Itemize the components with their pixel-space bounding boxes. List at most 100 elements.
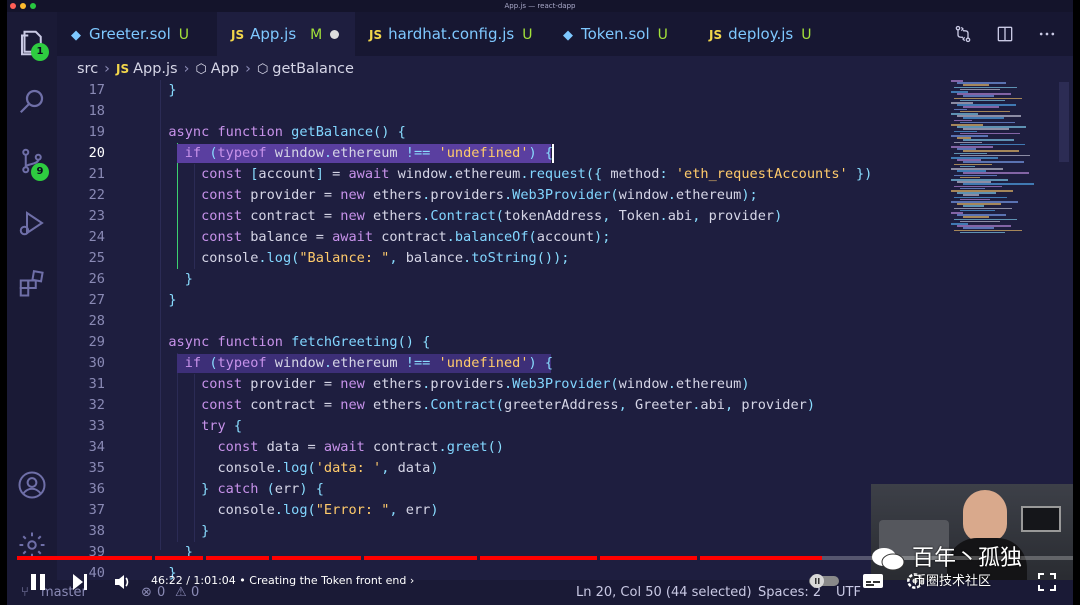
window-title: App.js — react-dapp [504, 2, 576, 10]
autoplay-toggle[interactable] [808, 572, 840, 594]
run-debug-icon[interactable] [17, 208, 47, 238]
subtitles-icon[interactable] [862, 572, 884, 594]
presenter-face [963, 490, 1007, 542]
code-text: const contract = new ethers.Contract(gre… [201, 397, 816, 413]
code-text: console.log("Error: ", err) [217, 502, 439, 518]
line-number: 34 [88, 439, 105, 455]
text-cursor [552, 144, 554, 163]
tab-greeter-sol[interactable]: ◆ Greeter.sol U [57, 12, 217, 56]
code-line[interactable]: 17 } [57, 80, 1073, 101]
tab-hardhat-config[interactable]: JS hardhat.config.js U [355, 12, 549, 56]
code-line[interactable]: 35 console.log('data: ', data) [57, 458, 1073, 479]
line-number: 21 [88, 166, 105, 182]
editor-tab-bar: ◆ Greeter.sol U JS App.js M JS hardhat.config… [57, 12, 1073, 56]
code-line[interactable]: 23 const contract = new ethers.Contract(… [57, 206, 1073, 227]
line-number: 32 [88, 397, 105, 413]
close-window-button[interactable] [10, 3, 16, 9]
code-text: } catch (err) { [201, 481, 324, 497]
code-text: const [account] = await window.ethereum.… [201, 166, 873, 182]
line-number: 26 [88, 271, 105, 287]
account-icon[interactable] [17, 470, 47, 500]
minimap-line [960, 231, 1005, 234]
tab-deploy-js[interactable]: JS deploy.js U [695, 12, 837, 56]
unsaved-dot-icon[interactable] [330, 30, 340, 39]
code-line[interactable]: 24 const balance = await contract.balanc… [57, 227, 1073, 248]
pause-icon[interactable] [29, 572, 47, 596]
extensions-icon[interactable] [17, 268, 47, 298]
line-number: 35 [88, 460, 105, 476]
code-line[interactable]: 21 const [account] = await window.ethere… [57, 164, 1073, 185]
line-number: 27 [88, 292, 105, 308]
code-line[interactable]: 22 const provider = new ethers.providers… [57, 185, 1073, 206]
line-number: 31 [88, 376, 105, 392]
explorer-badge: 1 [31, 43, 49, 61]
editor-scrollbar[interactable] [1059, 82, 1069, 162]
breadcrumb-folder[interactable]: src [77, 61, 98, 77]
line-number: 19 [88, 124, 105, 140]
code-line[interactable]: 30 if (typeof window.ethereum !== 'undef… [57, 353, 1073, 374]
code-line[interactable]: 20 if (typeof window.ethereum !== 'undef… [57, 143, 1073, 164]
video-timestamp: 46:22 / 1:01:04 • Creating the Token fro… [151, 574, 415, 587]
line-number: 30 [88, 355, 105, 371]
line-number: 38 [88, 523, 105, 539]
javascript-file-icon: JS [231, 28, 245, 42]
code-line[interactable]: 27 } [57, 290, 1073, 311]
line-number: 25 [88, 250, 105, 266]
search-icon[interactable] [17, 86, 47, 116]
javascript-file-icon: JS [369, 28, 383, 42]
video-progress-fill [17, 556, 822, 560]
line-number: 18 [88, 103, 105, 119]
wechat-watermark: 百年丶孤独 [871, 540, 1022, 572]
volume-icon[interactable] [113, 573, 131, 595]
tab-app-js[interactable]: JS App.js M [217, 12, 355, 56]
code-line[interactable]: 33 try { [57, 416, 1073, 437]
minimap[interactable] [947, 80, 1042, 240]
more-actions-icon[interactable] [1037, 24, 1057, 48]
code-line[interactable]: 26 } [57, 269, 1073, 290]
solidity-file-icon: ◆ [563, 28, 573, 43]
code-line[interactable]: 28 [57, 311, 1073, 332]
code-line[interactable]: 19 async function getBalance() { [57, 122, 1073, 143]
source-control-badge: 9 [31, 163, 49, 181]
cube-symbol-icon: ⬡ [195, 62, 207, 77]
line-number: 17 [88, 82, 105, 98]
solidity-file-icon: ◆ [71, 28, 81, 43]
breadcrumb: src › JS App.js › ⬡ App › ⬡ getBalance [77, 61, 354, 77]
code-text: const balance = await contract.balanceOf… [201, 229, 611, 245]
watermark-line2: 币圈技术社区 [913, 574, 992, 589]
line-number: 36 [88, 481, 105, 497]
fullscreen-icon[interactable] [1037, 572, 1057, 596]
code-line[interactable]: 32 const contract = new ethers.Contract(… [57, 395, 1073, 416]
breadcrumb-symbol-app[interactable]: App [211, 61, 239, 77]
code-text: console.log('data: ', data) [217, 460, 439, 476]
wechat-logo-icon [871, 546, 905, 572]
next-video-icon[interactable] [71, 572, 89, 596]
window-controls [10, 3, 36, 9]
chapter-title[interactable]: Creating the Token front end [249, 574, 406, 587]
javascript-file-icon: JS [115, 62, 130, 76]
breadcrumb-file[interactable]: App.js [133, 61, 178, 77]
code-text: const provider = new ethers.providers.We… [201, 187, 758, 203]
code-line[interactable]: 25 console.log("Balance: ", balance.toSt… [57, 248, 1073, 269]
code-text: } [184, 271, 193, 287]
split-editor-icon[interactable] [995, 24, 1015, 48]
breadcrumb-symbol-getbalance[interactable]: getBalance [272, 61, 354, 77]
code-line[interactable]: 18 [57, 101, 1073, 122]
code-line[interactable]: 34 const data = await contract.greet() [57, 437, 1073, 458]
tab-token-sol[interactable]: ◆ Token.sol U [549, 12, 695, 56]
minimap-line [960, 209, 995, 212]
title-bar: App.js — react-dapp [7, 0, 1073, 12]
code-text: } [168, 292, 177, 308]
line-number: 28 [88, 313, 105, 329]
code-text: async function fetchGreeting() { [168, 334, 431, 350]
maximize-window-button[interactable] [30, 3, 36, 9]
minimize-window-button[interactable] [20, 3, 26, 9]
code-text: const data = await contract.greet() [217, 439, 504, 455]
code-text: async function getBalance() { [168, 124, 406, 140]
open-changes-icon[interactable] [953, 24, 973, 48]
code-line[interactable]: 31 const provider = new ethers.providers… [57, 374, 1073, 395]
activity-bar: 1 9 [7, 12, 57, 605]
code-line[interactable]: 29 async function fetchGreeting() { [57, 332, 1073, 353]
line-number: 37 [88, 502, 105, 518]
line-number: 33 [88, 418, 105, 434]
